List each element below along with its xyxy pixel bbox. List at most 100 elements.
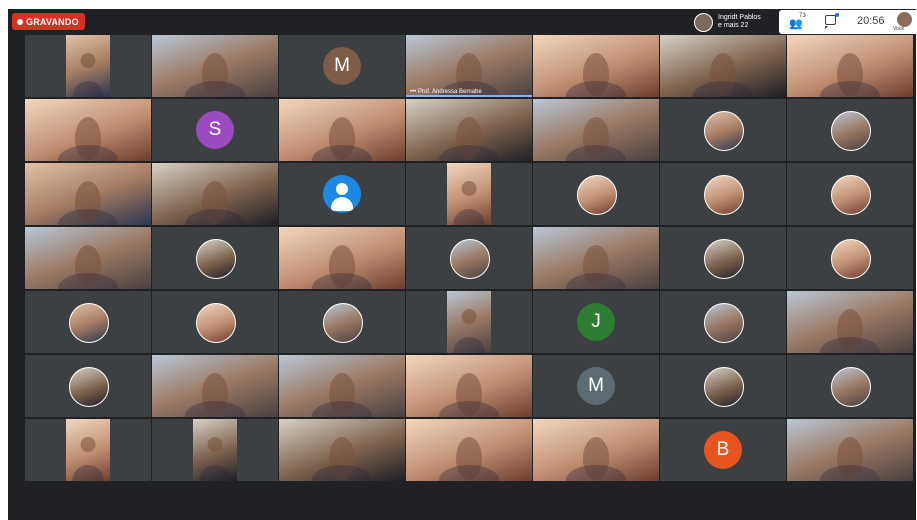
participant-tile[interactable]: S <box>152 99 278 161</box>
participant-tile[interactable] <box>533 99 659 161</box>
participant-tile[interactable] <box>152 355 278 417</box>
participant-video <box>25 163 151 225</box>
participant-video <box>533 35 659 97</box>
participant-tile[interactable] <box>152 35 278 97</box>
participant-video <box>279 355 405 417</box>
speaking-indicator <box>406 95 532 97</box>
participant-tile[interactable] <box>25 35 151 97</box>
participant-photo-avatar <box>704 175 744 215</box>
participant-initial-avatar: B <box>704 431 742 469</box>
participant-video <box>787 419 913 481</box>
participant-tile[interactable]: M <box>533 355 659 417</box>
participant-tile[interactable] <box>25 419 151 481</box>
participant-video <box>152 35 278 97</box>
participant-video <box>406 419 532 481</box>
top-bar: GRAVANDO Ingridt Pablos e mais 22 👥 73 2… <box>8 9 916 35</box>
participant-video <box>447 291 491 353</box>
participant-tile[interactable] <box>279 291 405 353</box>
participant-tile[interactable] <box>533 163 659 225</box>
participant-video <box>279 227 405 289</box>
participant-tile[interactable] <box>25 227 151 289</box>
participant-photo-avatar <box>450 239 490 279</box>
participant-video <box>447 163 491 225</box>
participant-tile[interactable] <box>533 35 659 97</box>
participant-video <box>533 227 659 289</box>
participant-photo-avatar <box>196 239 236 279</box>
participant-photo-avatar <box>704 239 744 279</box>
participant-tile[interactable] <box>152 419 278 481</box>
participant-tile[interactable] <box>279 163 405 225</box>
recording-dot-icon <box>17 18 23 25</box>
participant-tile[interactable] <box>152 227 278 289</box>
participant-tile[interactable] <box>787 99 913 161</box>
chat-icon[interactable] <box>825 13 839 29</box>
top-right-panel: 👥 73 20:56 Você <box>779 10 916 34</box>
participant-tile[interactable] <box>660 355 786 417</box>
participant-grid: M ••• Prof. Andressa Bernabe S J M B <box>25 35 916 485</box>
participant-tile[interactable] <box>406 227 532 289</box>
participant-tile[interactable] <box>660 227 786 289</box>
participant-tile[interactable] <box>25 99 151 161</box>
participant-tile[interactable] <box>406 99 532 161</box>
participant-video <box>406 355 532 417</box>
participant-video <box>25 227 151 289</box>
participant-tile[interactable] <box>279 227 405 289</box>
participant-tile[interactable] <box>406 355 532 417</box>
default-avatar-icon <box>323 175 361 213</box>
participant-tile[interactable]: M <box>279 35 405 97</box>
participant-photo-avatar <box>704 111 744 151</box>
participant-tile[interactable]: J <box>533 291 659 353</box>
participant-tile[interactable] <box>279 99 405 161</box>
participants-count: 73 <box>799 13 806 19</box>
participant-tile[interactable] <box>787 35 913 97</box>
participant-tile[interactable] <box>25 355 151 417</box>
participant-tile[interactable] <box>406 291 532 353</box>
participant-photo-avatar <box>704 303 744 343</box>
participant-photo-avatar <box>831 367 871 407</box>
participant-tile[interactable] <box>787 227 913 289</box>
participant-tile[interactable] <box>660 291 786 353</box>
self-view[interactable]: Você <box>893 12 914 32</box>
participant-tile[interactable] <box>152 291 278 353</box>
people-icon: 👥 <box>789 18 803 30</box>
participant-video <box>66 35 110 97</box>
clock: 20:56 <box>857 15 885 27</box>
participant-tile[interactable] <box>787 291 913 353</box>
participant-tile[interactable] <box>787 163 913 225</box>
participant-initial-avatar: M <box>323 47 361 85</box>
participant-tile[interactable] <box>406 163 532 225</box>
presenter-indicator[interactable]: Ingridt Pablos e mais 22 <box>694 11 761 33</box>
participant-video <box>660 35 786 97</box>
participant-tile[interactable] <box>660 35 786 97</box>
recording-label: GRAVANDO <box>26 16 79 27</box>
participant-tile[interactable] <box>279 355 405 417</box>
participant-photo-avatar <box>831 175 871 215</box>
participant-video <box>787 35 913 97</box>
self-avatar <box>897 12 912 27</box>
participant-tile[interactable] <box>533 419 659 481</box>
participant-tile[interactable] <box>660 99 786 161</box>
participant-tile[interactable] <box>787 355 913 417</box>
participant-photo-avatar <box>196 303 236 343</box>
participant-initial-avatar: J <box>577 303 615 341</box>
participant-photo-avatar <box>69 367 109 407</box>
participant-photo-avatar <box>323 303 363 343</box>
participant-tile[interactable] <box>152 163 278 225</box>
participant-tile[interactable] <box>25 163 151 225</box>
participant-photo-avatar <box>704 367 744 407</box>
participant-tile[interactable] <box>279 419 405 481</box>
participants-button[interactable]: 👥 73 <box>789 13 807 30</box>
participant-tile[interactable] <box>787 419 913 481</box>
participant-tile[interactable] <box>25 291 151 353</box>
participant-tile[interactable] <box>533 227 659 289</box>
participant-tile[interactable] <box>660 163 786 225</box>
participant-video <box>25 99 151 161</box>
participant-tile[interactable]: B <box>660 419 786 481</box>
chat-badge <box>835 13 839 17</box>
participant-tile[interactable]: ••• Prof. Andressa Bernabe <box>406 35 532 97</box>
participant-video <box>787 291 913 353</box>
participant-photo-avatar <box>831 111 871 151</box>
participant-tile[interactable] <box>406 419 532 481</box>
participant-initial-avatar: M <box>577 367 615 405</box>
participant-video <box>406 99 532 161</box>
